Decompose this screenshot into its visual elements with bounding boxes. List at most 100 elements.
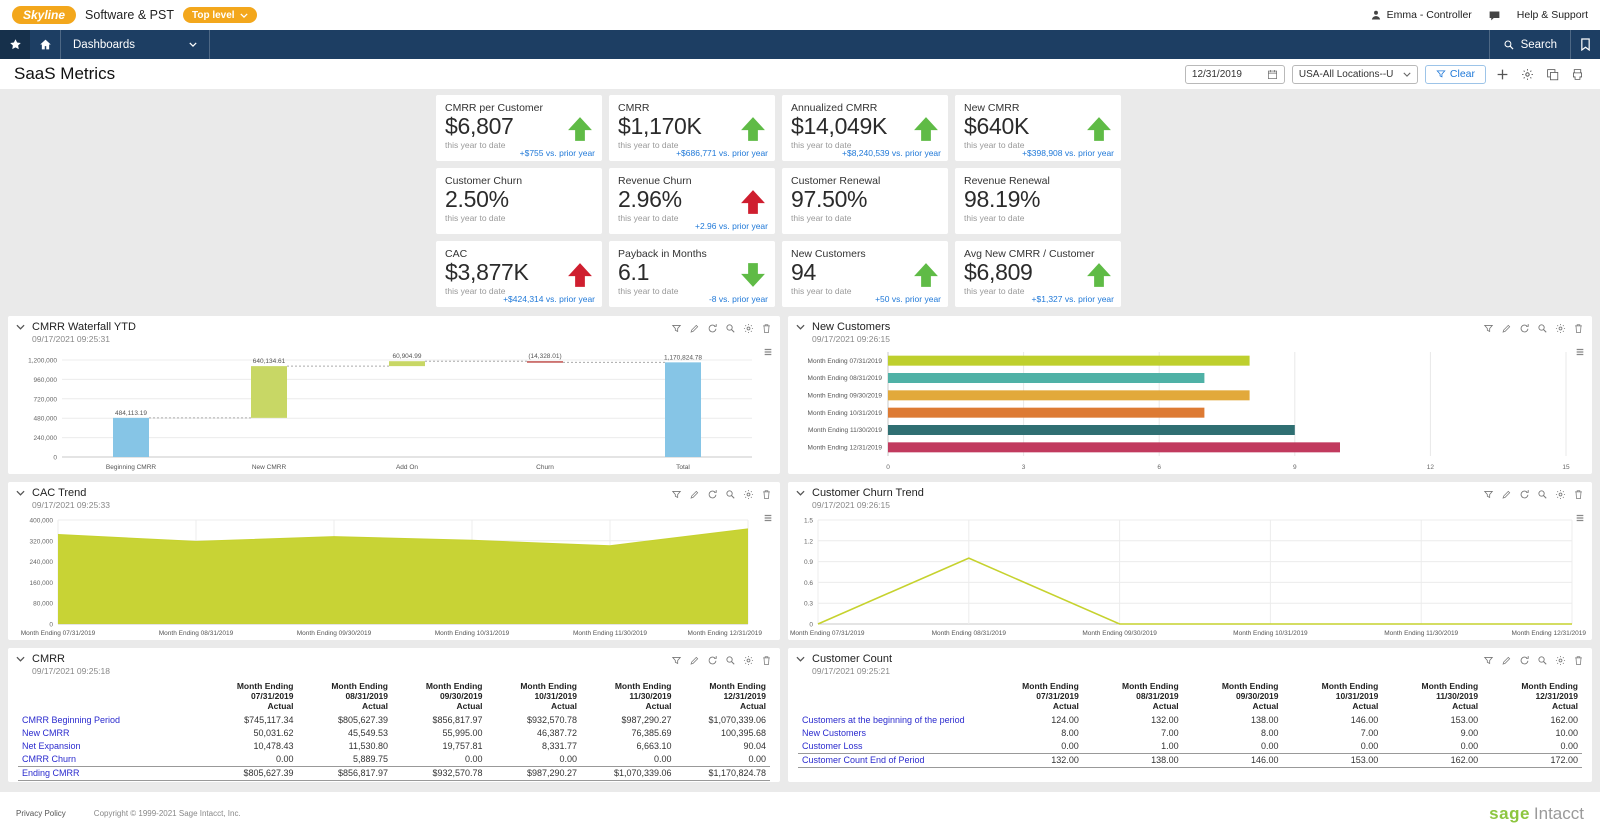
edit-icon[interactable] (1501, 489, 1512, 500)
cac-trend-chart[interactable]: 0 80,000 160,000 240,000 320,000 400,000 Month… (8, 512, 780, 640)
user-menu[interactable]: Emma - Controller (1370, 9, 1472, 21)
edit-icon[interactable] (689, 655, 700, 666)
edit-icon[interactable] (1501, 655, 1512, 666)
location-select[interactable]: USA-All Locations--U (1291, 64, 1418, 84)
panel-toolbar (1483, 321, 1584, 334)
delete-icon[interactable] (1573, 323, 1584, 334)
settings-icon[interactable] (743, 489, 754, 500)
row-label-link[interactable]: New CMRR (22, 728, 70, 738)
kpi-tile[interactable]: Customer Churn 2.50% this year to date (436, 168, 602, 234)
cmrr-table: Month Ending 07/31/2019 Actual Month Ending… (8, 678, 780, 781)
delete-icon[interactable] (1573, 655, 1584, 666)
kpi-value: 2.50% (445, 186, 509, 212)
customer-churn-trend-chart[interactable]: 0 0.3 0.6 0.9 1.2 1.5 Month Ending 07/31/2019 M… (788, 512, 1592, 640)
collapse-chevron-icon[interactable] (16, 656, 25, 662)
favorites-button[interactable] (0, 30, 30, 59)
dashboards-menu[interactable]: Dashboards (60, 30, 210, 59)
edit-icon[interactable] (1501, 323, 1512, 334)
kpi-tile[interactable]: Annualized CMRR $14,049K this year to da… (782, 95, 948, 161)
refresh-icon[interactable] (1519, 655, 1530, 666)
dashboard-settings-button[interactable] (1518, 65, 1536, 83)
kpi-tile[interactable]: CAC $3,877K this year to date +$424,314 … (436, 241, 602, 307)
chart-context-menu-icon[interactable] (1575, 513, 1585, 523)
collapse-chevron-icon[interactable] (16, 324, 25, 330)
edit-icon[interactable] (689, 489, 700, 500)
table-cell: 132.00 (983, 752, 1083, 768)
kpi-value: 97.50% (791, 186, 868, 212)
filter-icon[interactable] (671, 323, 682, 334)
row-label-link[interactable]: Customer Count End of Period (802, 755, 925, 765)
feedback-button[interactable] (1488, 9, 1501, 22)
settings-icon[interactable] (1555, 489, 1566, 500)
filter-icon[interactable] (671, 655, 682, 666)
kpi-tile[interactable]: Customer Renewal 97.50% this year to dat… (782, 168, 948, 234)
row-label-link[interactable]: Customers at the beginning of the period (802, 715, 965, 725)
row-label-link[interactable]: Customer Loss (802, 741, 863, 751)
entity-selector[interactable]: Top level (182, 7, 257, 23)
print-button[interactable] (1568, 65, 1586, 83)
cmrr-waterfall-chart[interactable]: 0 240,000 480,000 720,000 960,000 1,200,000 48… (8, 346, 780, 474)
edit-icon[interactable] (689, 323, 700, 334)
delete-icon[interactable] (761, 323, 772, 334)
table-cell: $856,817.97 (297, 765, 392, 781)
settings-icon[interactable] (1555, 323, 1566, 334)
kpi-tile[interactable]: CMRR $1,170K this year to date +$686,771… (609, 95, 775, 161)
filter-icon[interactable] (1483, 655, 1494, 666)
filter-icon[interactable] (1483, 323, 1494, 334)
kpi-tile[interactable]: Revenue Renewal 98.19% this year to date (955, 168, 1121, 234)
zoom-icon[interactable] (1537, 323, 1548, 334)
skyline-logo[interactable]: Skyline (12, 6, 77, 24)
refresh-icon[interactable] (707, 489, 718, 500)
refresh-icon[interactable] (707, 323, 718, 334)
settings-icon[interactable] (743, 323, 754, 334)
collapse-chevron-icon[interactable] (796, 490, 805, 496)
filter-icon[interactable] (671, 489, 682, 500)
kpi-tile[interactable]: CMRR per Customer $6,807 this year to da… (436, 95, 602, 161)
row-label-link[interactable]: Net Expansion (22, 741, 81, 751)
zoom-icon[interactable] (1537, 489, 1548, 500)
zoom-icon[interactable] (725, 323, 736, 334)
row-label-link[interactable]: New Customers (802, 728, 866, 738)
kpi-tile[interactable]: Avg New CMRR / Customer $6,809 this year… (955, 241, 1121, 307)
kpi-period: this year to date (791, 213, 852, 224)
delete-icon[interactable] (761, 655, 772, 666)
refresh-icon[interactable] (707, 655, 718, 666)
search-button[interactable]: Search (1488, 30, 1570, 59)
refresh-icon[interactable] (1519, 489, 1530, 500)
report-date-input[interactable]: 12/31/2019 (1184, 64, 1285, 84)
collapse-chevron-icon[interactable] (16, 490, 25, 496)
add-component-button[interactable] (1493, 65, 1511, 83)
bookmark-button[interactable] (1570, 30, 1600, 59)
zoom-icon[interactable] (725, 655, 736, 666)
chart-context-menu-icon[interactable] (1575, 347, 1585, 357)
row-label-link[interactable]: Ending CMRR (22, 768, 80, 778)
new-customers-chart[interactable]: 0 3 6 9 12 15 Month Ending 07/31/2019 Month End… (788, 346, 1592, 474)
kpi-tile[interactable]: Revenue Churn 2.96% this year to date +2… (609, 168, 775, 234)
delete-icon[interactable] (1573, 489, 1584, 500)
kpi-tile[interactable]: Payback in Months 6.1 this year to date … (609, 241, 775, 307)
settings-icon[interactable] (743, 655, 754, 666)
table-row: CMRR Beginning Period $745,117.34 $805,627… (18, 714, 770, 727)
kpi-period: this year to date (445, 213, 506, 224)
duplicate-button[interactable] (1543, 65, 1561, 83)
zoom-icon[interactable] (1537, 655, 1548, 666)
chart-context-menu-icon[interactable] (763, 513, 773, 523)
refresh-icon[interactable] (1519, 323, 1530, 334)
zoom-icon[interactable] (725, 489, 736, 500)
collapse-chevron-icon[interactable] (796, 656, 805, 662)
home-button[interactable] (30, 30, 60, 59)
privacy-policy-link[interactable]: Privacy Policy (16, 809, 66, 818)
delete-icon[interactable] (761, 489, 772, 500)
row-label-link[interactable]: CMRR Churn (22, 754, 76, 764)
table-row: Customer Loss 0.00 1.00 0.00 0.00 0.00 0.00 (798, 740, 1582, 754)
clear-filters-button[interactable]: Clear (1424, 64, 1486, 84)
table-cell: $932,570.78 (526, 715, 577, 726)
kpi-tile[interactable]: New CMRR $640K this year to date +$398,9… (955, 95, 1121, 161)
help-link[interactable]: Help & Support (1517, 9, 1588, 21)
row-label-link[interactable]: CMRR Beginning Period (22, 715, 120, 725)
filter-icon[interactable] (1483, 489, 1494, 500)
chart-context-menu-icon[interactable] (763, 347, 773, 357)
kpi-tile[interactable]: New Customers 94 this year to date +50 v… (782, 241, 948, 307)
collapse-chevron-icon[interactable] (796, 324, 805, 330)
settings-icon[interactable] (1555, 655, 1566, 666)
